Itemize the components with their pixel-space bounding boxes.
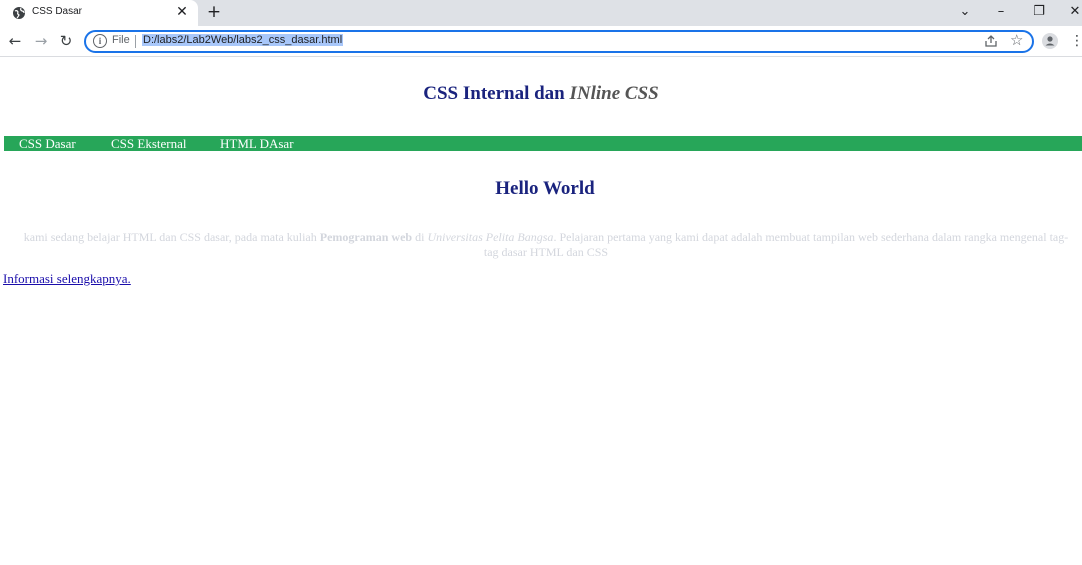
paragraph-text-1: kami sedang belajar HTML dan CSS dasar, …: [23, 230, 320, 244]
paragraph-bold: Pemograman web: [319, 230, 413, 244]
restore-icon[interactable]: ❐: [1029, 3, 1049, 21]
share-icon[interactable]: [984, 34, 998, 48]
page-heading: CSS Internal dan INline CSS: [0, 83, 1082, 105]
address-bar[interactable]: i File D:/labs2/Lab2Web/labs2_css_dasar.…: [84, 30, 1034, 53]
scheme-label: File: [112, 34, 130, 46]
active-tab[interactable]: CSS Dasar ✕: [0, 0, 198, 26]
address-separator: [135, 35, 136, 48]
forward-icon[interactable]: →: [32, 32, 50, 50]
paragraph-italic: Universitas Pelita Bangsa: [427, 230, 554, 244]
nav-bar: CSS Dasar CSS Eksternal HTML DAsar: [4, 136, 1082, 151]
close-window-icon[interactable]: ✕: [1065, 3, 1082, 21]
kebab-menu-icon[interactable]: ⋮: [1070, 32, 1082, 50]
back-icon[interactable]: ←: [6, 32, 24, 50]
globe-icon: [13, 7, 25, 19]
heading-main-text: CSS Internal dan: [423, 83, 570, 104]
tab-strip: CSS Dasar ✕ + ⌄ – ❐ ✕: [0, 0, 1082, 26]
minimize-icon[interactable]: –: [991, 3, 1011, 21]
info-icon[interactable]: i: [93, 34, 107, 48]
more-info-link[interactable]: Informasi selengkapnya.: [3, 271, 131, 287]
tab-title: CSS Dasar: [32, 6, 83, 17]
browser-toolbar: ← → ↻ i File D:/labs2/Lab2Web/labs2_css_…: [0, 26, 1082, 57]
heading-inline-text: INline CSS: [569, 83, 659, 104]
new-tab-button[interactable]: +: [204, 2, 224, 22]
paragraph-text-2: di: [412, 230, 428, 244]
nav-link-css-eksternal[interactable]: CSS Eksternal: [111, 136, 186, 151]
profile-icon[interactable]: [1042, 33, 1058, 49]
bookmark-star-icon[interactable]: ☆: [1010, 32, 1023, 49]
url-text[interactable]: D:/labs2/Lab2Web/labs2_css_dasar.html: [142, 34, 344, 46]
paragraph-text-3: . Pelajaran pertama yang kami dapat adal…: [483, 230, 1069, 259]
page-content: CSS Internal dan INline CSS CSS Dasar CS…: [0, 57, 1082, 565]
reload-icon[interactable]: ↻: [57, 32, 75, 50]
nav-link-css-dasar[interactable]: CSS Dasar: [19, 136, 76, 151]
intro-paragraph: kami sedang belajar HTML dan CSS dasar, …: [20, 230, 1072, 260]
nav-link-html-dasar[interactable]: HTML DAsar: [220, 136, 294, 151]
tab-search-icon[interactable]: ⌄: [955, 3, 975, 21]
close-tab-icon[interactable]: ✕: [174, 4, 190, 20]
hello-heading: Hello World: [495, 178, 595, 199]
